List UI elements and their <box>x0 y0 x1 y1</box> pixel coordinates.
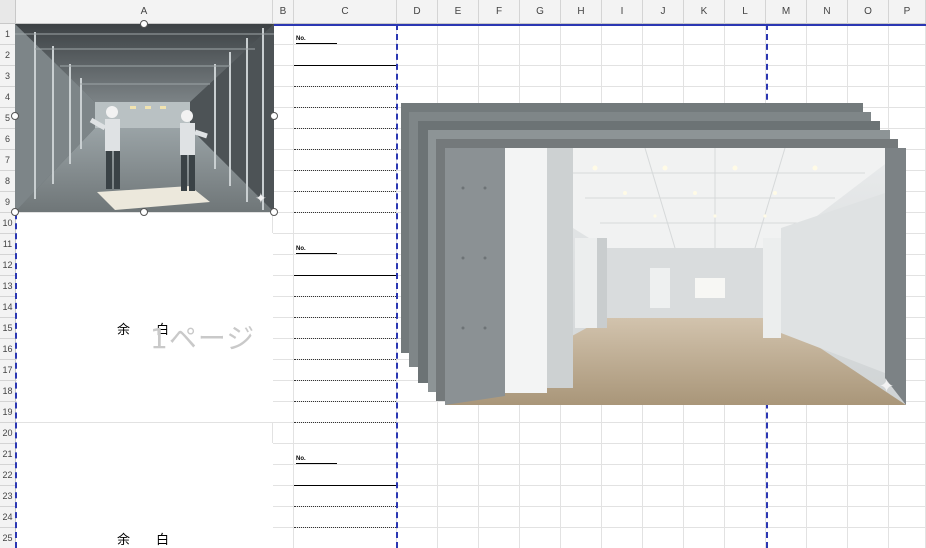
column-header[interactable]: G <box>520 0 561 24</box>
dotted-rule <box>294 107 396 108</box>
row-header[interactable]: 19 <box>0 402 16 423</box>
dotted-rule <box>294 527 396 528</box>
page-watermark: 1ページ <box>150 322 256 355</box>
select-all-corner[interactable] <box>0 0 16 24</box>
dotted-rule <box>294 191 396 192</box>
no-underline <box>296 463 337 464</box>
dotted-rule <box>294 86 396 87</box>
dotted-rule <box>294 296 396 297</box>
dotted-rule <box>294 359 396 360</box>
column-header[interactable]: N <box>807 0 848 24</box>
row-header[interactable]: 18 <box>0 381 16 402</box>
column-header[interactable]: B <box>273 0 294 24</box>
row-header[interactable]: 10 <box>0 213 16 234</box>
column-header[interactable]: J <box>643 0 684 24</box>
resize-handle[interactable] <box>140 20 148 28</box>
row-header[interactable]: 14 <box>0 297 16 318</box>
row-header[interactable]: 13 <box>0 276 16 297</box>
resize-handle[interactable] <box>11 112 19 120</box>
page-break-c-right <box>396 24 398 548</box>
sparkle-icon: ✦ <box>255 190 267 206</box>
yohaku-text: 余白 <box>117 533 196 548</box>
row-header[interactable]: 6 <box>0 129 16 150</box>
resize-handle[interactable] <box>270 112 278 120</box>
no-underline <box>296 43 337 44</box>
no-label: No. <box>296 246 306 252</box>
row-header[interactable]: 21 <box>0 444 16 465</box>
dotted-rule <box>294 149 396 150</box>
row-header[interactable]: 25 <box>0 528 16 548</box>
row-header[interactable]: 3 <box>0 66 16 87</box>
dotted-rule <box>294 170 396 171</box>
column-header[interactable]: D <box>397 0 438 24</box>
no-label: No. <box>296 456 306 462</box>
grid-hline <box>16 422 926 423</box>
sparkle-icon: ✦ <box>879 376 895 396</box>
resize-handle[interactable] <box>140 208 148 216</box>
row-header[interactable]: 22 <box>0 465 16 486</box>
resize-handle[interactable] <box>11 208 19 216</box>
dotted-rule <box>294 506 396 507</box>
column-header[interactable]: L <box>725 0 766 24</box>
column-header[interactable]: M <box>766 0 807 24</box>
header-rule <box>294 65 396 66</box>
row-header[interactable]: 23 <box>0 486 16 507</box>
column-header[interactable]: F <box>479 0 520 24</box>
row-header[interactable]: 1 <box>0 24 16 45</box>
dotted-rule <box>294 317 396 318</box>
row-header[interactable]: 4 <box>0 87 16 108</box>
no-label: No. <box>296 36 306 42</box>
row-header[interactable]: 7 <box>0 150 16 171</box>
column-header[interactable]: O <box>848 0 889 24</box>
row-header[interactable]: 15 <box>0 318 16 339</box>
dotted-rule <box>294 422 396 423</box>
construction-scene <box>15 24 274 212</box>
column-header[interactable]: P <box>889 0 926 24</box>
row-header[interactable]: 16 <box>0 339 16 360</box>
no-underline <box>296 253 337 254</box>
row-header[interactable]: 2 <box>0 45 16 66</box>
dotted-rule <box>294 401 396 402</box>
row-header[interactable]: 24 <box>0 507 16 528</box>
column-header[interactable]: H <box>561 0 602 24</box>
row-header[interactable]: 8 <box>0 171 16 192</box>
dotted-rule <box>294 380 396 381</box>
dotted-rule <box>294 212 396 213</box>
construction-workers-photo[interactable]: ✦ <box>15 24 274 212</box>
office-interior-photo[interactable]: ✦ <box>445 148 906 405</box>
office-scene <box>445 148 906 405</box>
row-header[interactable]: 11 <box>0 234 16 255</box>
column-header[interactable]: C <box>294 0 397 24</box>
spreadsheet[interactable]: ABCDEFGHIJKLMNOP 1 2 3 4 5 6 7 8 9 10 11 12 13 14 15 16… <box>0 0 926 548</box>
row-header[interactable]: 12 <box>0 255 16 276</box>
column-header[interactable]: I <box>602 0 643 24</box>
row-header[interactable]: 20 <box>0 423 16 444</box>
header-rule <box>294 485 396 486</box>
header-rule <box>294 275 396 276</box>
dotted-rule <box>294 338 396 339</box>
resize-handle[interactable] <box>270 208 278 216</box>
grid-vline <box>293 24 294 548</box>
row-header[interactable]: 17 <box>0 360 16 381</box>
column-header[interactable]: K <box>684 0 725 24</box>
dotted-rule <box>294 128 396 129</box>
column-header[interactable]: E <box>438 0 479 24</box>
